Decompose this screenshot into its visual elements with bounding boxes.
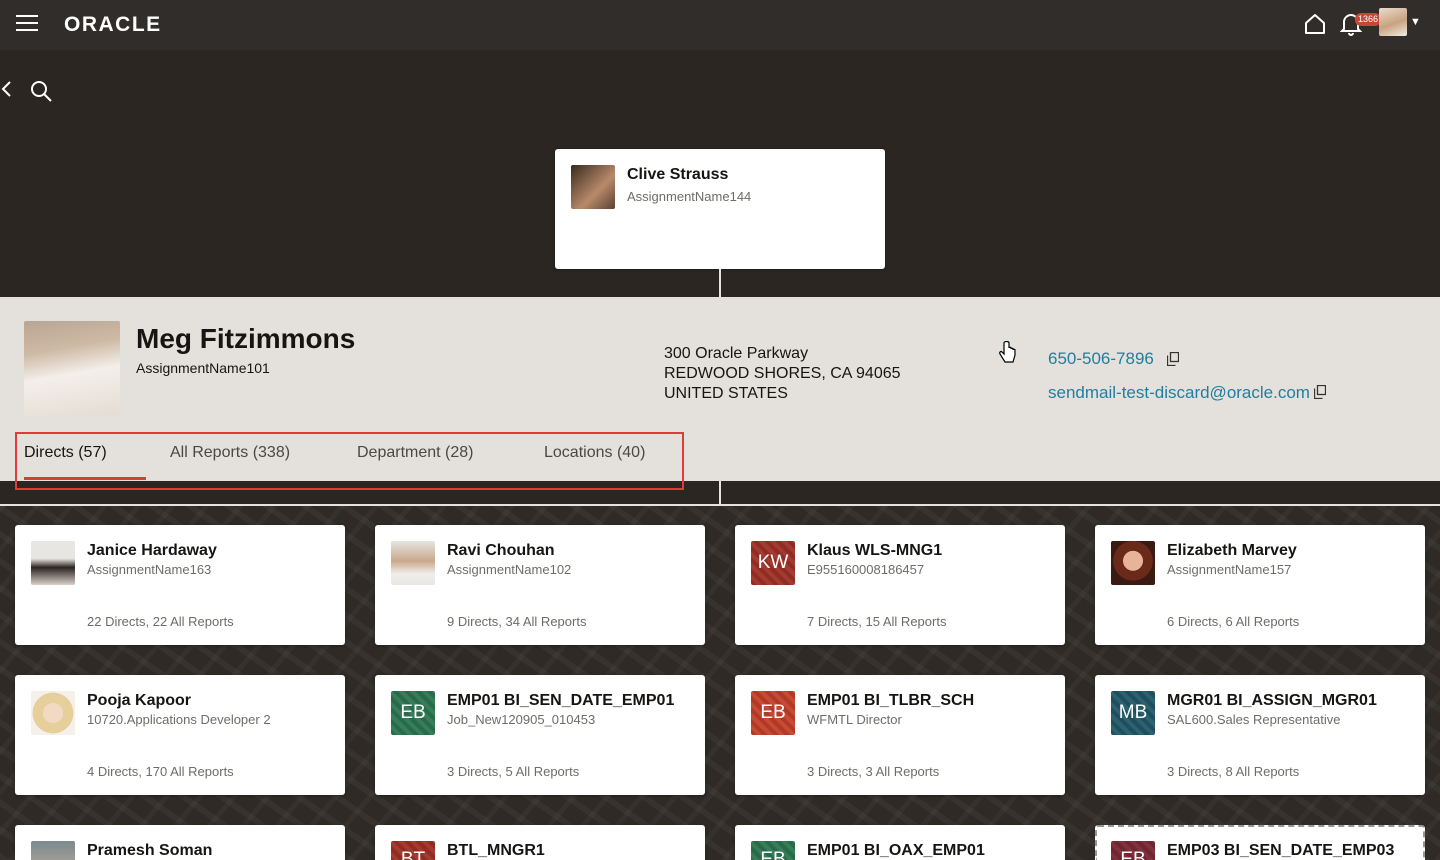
- manager-assignment: AssignmentName144: [627, 189, 752, 204]
- manager-card[interactable]: Clive Strauss AssignmentName144: [555, 149, 885, 269]
- employee-name: EMP01 BI_TLBR_SCH: [807, 692, 975, 709]
- employee-name: MGR01 BI_ASSIGN_MGR01: [1167, 692, 1377, 709]
- employee-assignment: E955160008186457: [807, 562, 925, 577]
- employee-initials: EB: [751, 841, 795, 860]
- employee-name: EMP01 BI_OAX_EMP01: [807, 842, 985, 859]
- direct-card[interactable]: BT BTL_MNGR1: [375, 825, 705, 860]
- employee-assignment: 10720.Applications Developer 2: [87, 712, 271, 727]
- direct-card[interactable]: KW Klaus WLS-MNG1 E955160008186457 7 Dir…: [735, 525, 1065, 645]
- employee-initials: EB: [751, 691, 795, 735]
- focus-assignment: AssignmentName101: [136, 360, 270, 376]
- tab-all-reports[interactable]: All Reports (338): [170, 444, 290, 462]
- employee-photo: [31, 841, 75, 860]
- home-icon[interactable]: [1303, 12, 1327, 36]
- employee-reports: 3 Directs, 5 All Reports: [447, 764, 580, 779]
- active-tab-indicator: [24, 477, 146, 480]
- connector-line: [719, 269, 721, 297]
- direct-card[interactable]: Janice Hardaway AssignmentName163 22 Dir…: [15, 525, 345, 645]
- employee-initials: EB: [391, 691, 435, 735]
- phone-link[interactable]: 650-506-7896: [1048, 349, 1154, 369]
- focus-panel: Meg Fitzimmons AssignmentName101 300 Ora…: [0, 297, 1440, 490]
- direct-card[interactable]: EB EMP03 BI_SEN_DATE_EMP03: [1095, 825, 1425, 860]
- direct-card[interactable]: EB EMP01 BI_TLBR_SCH WFMTL Director 3 Di…: [735, 675, 1065, 795]
- address-line: REDWOOD SHORES, CA 94065: [664, 365, 901, 382]
- address-line: UNITED STATES: [664, 385, 788, 402]
- connector-line: [719, 481, 721, 505]
- copy-icon[interactable]: [1314, 385, 1326, 399]
- direct-card[interactable]: EB EMP01 BI_OAX_EMP01: [735, 825, 1065, 860]
- oracle-logo[interactable]: ORACLE: [64, 13, 162, 37]
- email-link[interactable]: sendmail-test-discard@oracle.com: [1048, 383, 1310, 403]
- employee-initials: MB: [1111, 691, 1155, 735]
- employee-assignment: WFMTL Director: [807, 712, 902, 727]
- employee-photo: [31, 541, 75, 585]
- direct-card[interactable]: EB EMP01 BI_SEN_DATE_EMP01 Job_New120905…: [375, 675, 705, 795]
- employee-reports: 9 Directs, 34 All Reports: [447, 614, 587, 629]
- employee-photo: [1111, 541, 1155, 585]
- focus-photo: [24, 321, 120, 416]
- employee-assignment: SAL600.Sales Representative: [1167, 712, 1341, 727]
- employee-reports: 22 Directs, 22 All Reports: [87, 614, 234, 629]
- employee-name: EMP03 BI_SEN_DATE_EMP03: [1167, 842, 1395, 859]
- direct-card[interactable]: Pramesh Soman: [15, 825, 345, 860]
- manager-name: Clive Strauss: [627, 166, 729, 183]
- employee-initials: EB: [1111, 841, 1155, 860]
- hand-cursor-icon: [999, 341, 1016, 363]
- employee-reports: 7 Directs, 15 All Reports: [807, 614, 947, 629]
- direct-card[interactable]: MB MGR01 BI_ASSIGN_MGR01 SAL600.Sales Re…: [1095, 675, 1425, 795]
- search-icon[interactable]: [29, 79, 53, 103]
- employee-name: Elizabeth Marvey: [1167, 542, 1297, 559]
- tab-department[interactable]: Department (28): [357, 444, 474, 462]
- employee-name: Janice Hardaway: [87, 542, 217, 559]
- employee-reports: 6 Directs, 6 All Reports: [1167, 614, 1300, 629]
- tab-directs[interactable]: Directs (57): [24, 444, 107, 462]
- employee-name: Ravi Chouhan: [447, 542, 555, 559]
- address-line: 300 Oracle Parkway: [664, 345, 809, 362]
- focus-name: Meg Fitzimmons: [136, 323, 356, 354]
- employee-name: Klaus WLS-MNG1: [807, 542, 943, 559]
- employee-photo: [391, 541, 435, 585]
- copy-icon[interactable]: [1167, 352, 1179, 366]
- employee-assignment: AssignmentName102: [447, 562, 572, 577]
- manager-photo: [571, 165, 615, 209]
- menu-icon[interactable]: [16, 15, 38, 33]
- employee-name: BTL_MNGR1: [447, 842, 545, 859]
- employee-reports: 4 Directs, 170 All Reports: [87, 764, 234, 779]
- back-icon[interactable]: [0, 79, 14, 99]
- address: 300 Oracle Parkway REDWOOD SHORES, CA 94…: [664, 344, 901, 404]
- employee-reports: 3 Directs, 3 All Reports: [807, 764, 940, 779]
- direct-card[interactable]: Elizabeth Marvey AssignmentName157 6 Dir…: [1095, 525, 1425, 645]
- chevron-down-icon[interactable]: ▼: [1410, 16, 1421, 28]
- employee-assignment: Job_New120905_010453: [447, 712, 596, 727]
- employee-name: EMP01 BI_SEN_DATE_EMP01: [447, 692, 675, 709]
- employee-initials: KW: [751, 541, 795, 585]
- notification-badge: 1366: [1355, 13, 1382, 26]
- direct-card[interactable]: Pooja Kapoor 10720.Applications Develope…: [15, 675, 345, 795]
- top-bar: ORACLE 1366 ▼: [0, 0, 1440, 50]
- employee-assignment: AssignmentName157: [1167, 562, 1292, 577]
- employee-assignment: AssignmentName163: [87, 562, 212, 577]
- tab-locations[interactable]: Locations (40): [544, 444, 645, 462]
- direct-card[interactable]: Ravi Chouhan AssignmentName102 9 Directs…: [375, 525, 705, 645]
- user-avatar[interactable]: [1379, 8, 1407, 36]
- employee-name: Pramesh Soman: [87, 842, 213, 859]
- employee-photo: [31, 691, 75, 735]
- connector-line: [0, 504, 1440, 506]
- employee-name: Pooja Kapoor: [87, 692, 192, 709]
- employee-reports: 3 Directs, 8 All Reports: [1167, 764, 1300, 779]
- employee-initials: BT: [391, 841, 435, 860]
